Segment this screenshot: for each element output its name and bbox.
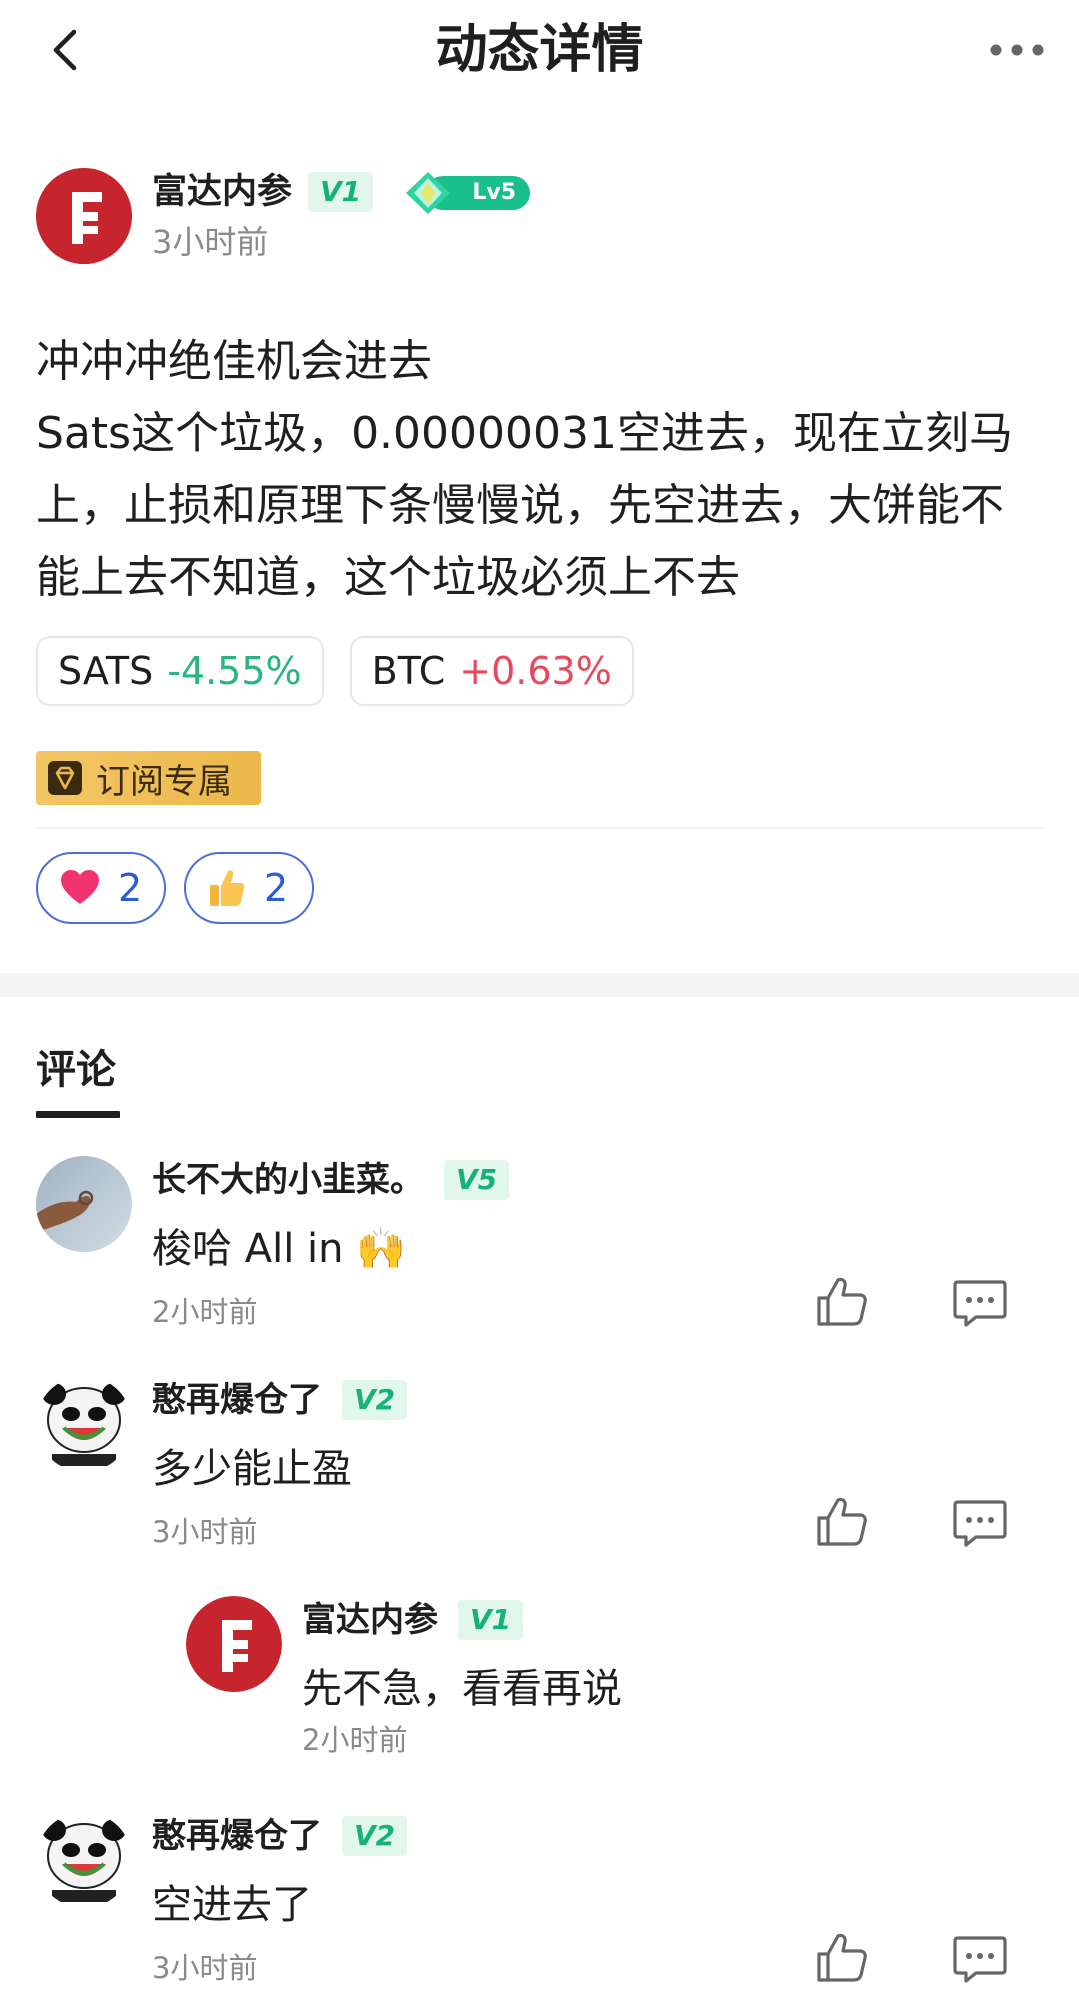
commenter-name-text: 憨再爆仓了: [152, 1380, 322, 1420]
commenter-name-text: 长不大的小韭菜。: [152, 1160, 424, 1200]
post-body-text: 冲冲冲绝佳机会进去 Sats这个垃圾，0.00000031空进去，现在立刻马上，…: [36, 336, 1014, 603]
fidelity-logo-icon: [36, 168, 132, 264]
tab-underline: [36, 1111, 120, 1118]
comment-item: 憨再爆仓了 V2 多少能止盈 3小时前 富达内参 V1 先不急，看看再说 2小时前: [36, 1376, 1046, 1776]
section-separator: [0, 973, 1079, 997]
page-title: 动态详情: [435, 20, 644, 80]
more-options-button[interactable]: [985, 28, 1049, 72]
ticker-chip-btc[interactable]: BTC +0.63%: [349, 636, 634, 706]
replier-avatar[interactable]: [186, 1596, 282, 1692]
reaction-count: 2: [118, 866, 143, 910]
like-button[interactable]: [814, 1494, 870, 1550]
post-timestamp: 3小时前: [152, 223, 269, 261]
panda-meme-avatar-icon: [36, 1376, 132, 1472]
ticker-symbol: SATS: [58, 649, 154, 693]
comment-item: 长不大的小韭菜。 V5 梭哈 All in 🙌 2小时前: [36, 1156, 1046, 1346]
comment-bubble-icon: [953, 1280, 1007, 1327]
comment-bubble-icon: [953, 1500, 1007, 1547]
heart-reaction-button[interactable]: 2: [36, 852, 166, 924]
comments-tab[interactable]: 评论: [36, 1042, 116, 1098]
top-nav-bar: 动态详情: [0, 0, 1079, 105]
more-horizontal-icon: [990, 44, 1044, 56]
commenter-avatar[interactable]: [36, 1376, 132, 1472]
reply-button[interactable]: [952, 1274, 1008, 1330]
replier-name[interactable]: 富达内参 V1: [302, 1596, 524, 1644]
comment-bubble-icon: [953, 1936, 1007, 1983]
diamond-icon: [48, 761, 82, 795]
commenter-avatar[interactable]: [36, 1812, 132, 1908]
comment-item: 憨再爆仓了 V2 空进去了 3小时前: [36, 1812, 1046, 1985]
comment-text: 多少能止盈: [152, 1446, 352, 1492]
comment-timestamp: 2小时前: [152, 1295, 258, 1329]
reply-button[interactable]: [952, 1930, 1008, 1986]
reply-item: 富达内参 V1 先不急，看看再说 2小时前: [186, 1596, 1066, 1766]
commenter-name[interactable]: 憨再爆仓了 V2: [152, 1812, 408, 1860]
thumbs-up-icon: [210, 870, 245, 906]
thumbs-up-outline-icon: [817, 1497, 867, 1546]
reply-button[interactable]: [952, 1494, 1008, 1550]
commenter-name[interactable]: 憨再爆仓了 V2: [152, 1376, 408, 1424]
diamond-icon: [406, 172, 450, 214]
ticker-change: -4.55%: [167, 649, 302, 693]
thumbs-up-outline-icon: [817, 1277, 867, 1326]
reply-timestamp: 2小时前: [302, 1723, 408, 1757]
author-name[interactable]: 富达内参: [152, 168, 292, 216]
subscribe-tag-label: 订阅专属: [96, 761, 232, 802]
thumbs-up-reaction-button[interactable]: 2: [184, 852, 314, 924]
replier-name-text: 富达内参: [302, 1600, 438, 1640]
ticker-chip-sats[interactable]: SATS -4.55%: [36, 636, 324, 706]
panda-meme-avatar-icon: [36, 1812, 132, 1908]
commenter-avatar[interactable]: [36, 1156, 132, 1252]
author-avatar[interactable]: [36, 168, 132, 264]
reactions-row: 2 2: [36, 852, 314, 924]
subscribe-exclusive-tag[interactable]: 订阅专属: [36, 751, 261, 805]
reaction-count: 2: [264, 866, 289, 910]
vip-badge: V5: [444, 1160, 510, 1200]
divider: [36, 827, 1044, 829]
heart-icon: [61, 870, 99, 904]
comment-text: 梭哈 All in 🙌: [152, 1226, 407, 1272]
vip-badge: V2: [342, 1816, 408, 1856]
fidelity-logo-icon: [186, 1596, 282, 1692]
like-button[interactable]: [814, 1930, 870, 1986]
level-badge: Lv5: [404, 170, 540, 216]
ticker-change: +0.63%: [459, 649, 612, 693]
comment-timestamp: 3小时前: [152, 1515, 258, 1549]
commenter-name[interactable]: 长不大的小韭菜。 V5: [152, 1156, 510, 1204]
post-author-row: 富达内参 V1 Lv5 3小时前: [36, 168, 1036, 264]
vip-badge: V2: [342, 1380, 408, 1420]
ticker-symbol: BTC: [371, 649, 446, 693]
comment-text: 空进去了: [152, 1882, 312, 1928]
thumbs-up-outline-icon: [817, 1933, 867, 1982]
ticker-chips: SATS -4.55% BTC +0.63%: [36, 636, 634, 706]
like-button[interactable]: [814, 1274, 870, 1330]
avatar-photo-icon: [36, 1156, 132, 1252]
comment-timestamp: 3小时前: [152, 1951, 258, 1985]
commenter-name-text: 憨再爆仓了: [152, 1816, 322, 1856]
reply-text: 先不急，看看再说: [302, 1666, 622, 1712]
vip-badge: V1: [308, 172, 374, 212]
vip-badge: V1: [458, 1600, 524, 1640]
